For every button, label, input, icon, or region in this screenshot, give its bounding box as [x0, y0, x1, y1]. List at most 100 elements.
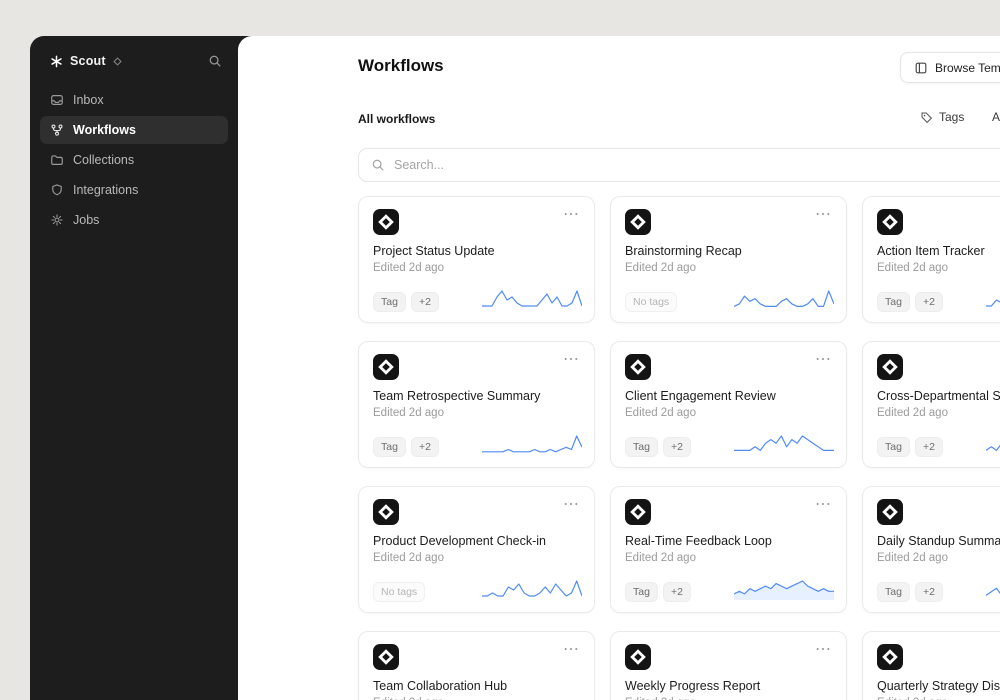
- card-menu-icon[interactable]: ⋯: [815, 207, 832, 223]
- workflow-edited: Edited 2d ago: [625, 407, 696, 419]
- tag-pill: Tag: [373, 437, 406, 457]
- card-top: ⋯: [625, 497, 832, 525]
- activity-sparkline: [482, 290, 582, 307]
- browse-templates-button[interactable]: Browse Templates: [900, 52, 1000, 83]
- tag-icon: [920, 111, 933, 124]
- sparkline-slot: [482, 576, 582, 602]
- workflow-card[interactable]: ⋯ Team Retrospective Summary Edited 2d a…: [358, 341, 595, 468]
- card-top: ⋯: [373, 497, 580, 525]
- workflow-card[interactable]: ⋯ Product Development Check-in Edited 2d…: [358, 486, 595, 613]
- workflow-title: Brainstorming Recap: [625, 244, 742, 258]
- tag-list: Tag +2: [625, 437, 691, 457]
- workflow-edited: Edited 2d ago: [373, 552, 444, 564]
- activity-sparkline: [734, 580, 834, 600]
- workflow-diamond-icon: [877, 209, 903, 235]
- card-menu-icon[interactable]: ⋯: [815, 497, 832, 513]
- card-bottom: No tags: [625, 286, 834, 312]
- workflow-title: Project Status Update: [373, 244, 495, 258]
- workspace-switcher-icon[interactable]: [113, 56, 122, 66]
- main-panel: Workflows Browse Templates All workflows: [238, 36, 1000, 700]
- workflow-edited: Edited 2d ago: [625, 552, 696, 564]
- card-bottom: Tag +2: [877, 286, 1000, 312]
- no-tags-pill: No tags: [373, 582, 426, 602]
- app-window: Scout Inbox Workflows Collections Integr…: [30, 36, 1000, 700]
- workflow-title: Product Development Check-in: [373, 534, 546, 548]
- workflow-card[interactable]: ⋯ Project Status Update Edited 2d ago Ta…: [358, 196, 595, 323]
- sidebar-item-jobs[interactable]: Jobs: [40, 206, 228, 234]
- card-bottom: No tags: [373, 576, 582, 602]
- card-top: ⋯: [877, 209, 1000, 235]
- card-bottom: Tag +2: [877, 431, 1000, 457]
- workflow-diamond-icon: [877, 354, 903, 380]
- tags-filter-label: Tags: [939, 110, 965, 124]
- workflow-title: Real-Time Feedback Loop: [625, 534, 772, 548]
- card-bottom: Tag +2: [373, 431, 582, 457]
- workflow-edited: Edited 2d ago: [625, 262, 696, 274]
- search-input[interactable]: [394, 158, 1000, 172]
- tag-list: Tag +2: [877, 437, 943, 457]
- card-menu-icon[interactable]: ⋯: [563, 497, 580, 513]
- card-top: ⋯: [373, 642, 580, 670]
- workflow-title: Team Collaboration Hub: [373, 679, 508, 693]
- workflow-title: Daily Standup Summary: [877, 534, 1000, 548]
- sparkline-slot: [986, 576, 1000, 602]
- sidebar-item-inbox[interactable]: Inbox: [40, 86, 228, 114]
- workflow-card[interactable]: ⋯ Quarterly Strategy Discussion Edited 2…: [862, 631, 1000, 700]
- tags-filter-button[interactable]: Tags: [920, 110, 964, 124]
- sidebar-item-integrations[interactable]: Integrations: [40, 176, 228, 204]
- sidebar-item-label: Inbox: [73, 93, 104, 107]
- tag-pill: +2: [410, 437, 439, 457]
- tag-pill: +2: [662, 582, 691, 602]
- tag-list: Tag +2: [625, 582, 691, 602]
- activity-sparkline: [734, 290, 834, 307]
- activity-sparkline: [482, 435, 582, 453]
- workflow-card[interactable]: ⋯ Team Collaboration Hub Edited 2d ago T…: [358, 631, 595, 700]
- search-bar: [358, 148, 1000, 182]
- activity-sparkline: [482, 580, 582, 597]
- jobs-icon: [50, 213, 64, 227]
- card-menu-icon[interactable]: ⋯: [563, 642, 580, 658]
- activity-sparkline: [734, 435, 834, 451]
- activity-sparkline: [986, 587, 1000, 596]
- card-bottom: Tag +2: [373, 286, 582, 312]
- workflow-edited: Edited 2d ago: [877, 407, 948, 419]
- section-label: All workflows: [358, 112, 436, 126]
- workflow-card[interactable]: ⋯ Client Engagement Review Edited 2d ago…: [610, 341, 847, 468]
- workflow-title: Quarterly Strategy Discussion: [877, 679, 1000, 693]
- card-top: ⋯: [625, 207, 832, 235]
- sidebar-item-collections[interactable]: Collections: [40, 146, 228, 174]
- card-menu-icon[interactable]: ⋯: [815, 642, 832, 658]
- workflow-card[interactable]: ⋯ Weekly Progress Report Edited 2d ago T…: [610, 631, 847, 700]
- sidebar-search-button[interactable]: [208, 54, 222, 68]
- sidebar-item-workflows[interactable]: Workflows: [40, 116, 228, 144]
- workflow-diamond-icon: [373, 499, 399, 525]
- workflow-card[interactable]: ⋯ Brainstorming Recap Edited 2d ago No t…: [610, 196, 847, 323]
- workflow-card[interactable]: ⋯ Daily Standup Summary Edited 2d ago Ta…: [862, 486, 1000, 613]
- more-filter-button[interactable]: All: [992, 110, 1000, 124]
- tag-pill: +2: [914, 437, 943, 457]
- sidebar-item-label: Workflows: [73, 123, 136, 137]
- collections-icon: [50, 153, 64, 167]
- tag-pill: Tag: [625, 437, 658, 457]
- card-top: ⋯: [373, 207, 580, 235]
- workflow-grid: ⋯ Project Status Update Edited 2d ago Ta…: [358, 196, 1000, 700]
- card-menu-icon[interactable]: ⋯: [563, 352, 580, 368]
- tag-pill: Tag: [877, 292, 910, 312]
- card-menu-icon[interactable]: ⋯: [815, 352, 832, 368]
- workflow-icon: [50, 123, 64, 137]
- workflow-title: Action Item Tracker: [877, 244, 985, 258]
- brand-name: Scout: [70, 54, 106, 68]
- tag-list: Tag +2: [877, 292, 943, 312]
- tag-list: Tag +2: [373, 292, 439, 312]
- workflow-card[interactable]: ⋯ Real-Time Feedback Loop Edited 2d ago …: [610, 486, 847, 613]
- brand-asterisk-icon: [50, 55, 63, 68]
- workflow-diamond-icon: [877, 644, 903, 670]
- workflow-card[interactable]: ⋯ Action Item Tracker Edited 2d ago Tag+…: [862, 196, 1000, 323]
- workflow-title: Client Engagement Review: [625, 389, 776, 403]
- browse-templates-label: Browse Templates: [935, 60, 1000, 75]
- card-menu-icon[interactable]: ⋯: [563, 207, 580, 223]
- workflow-card[interactable]: ⋯ Cross-Departmental Sync Edited 2d ago …: [862, 341, 1000, 468]
- tag-pill: +2: [914, 582, 943, 602]
- tag-pill: +2: [410, 292, 439, 312]
- sparkline-slot: [734, 576, 834, 602]
